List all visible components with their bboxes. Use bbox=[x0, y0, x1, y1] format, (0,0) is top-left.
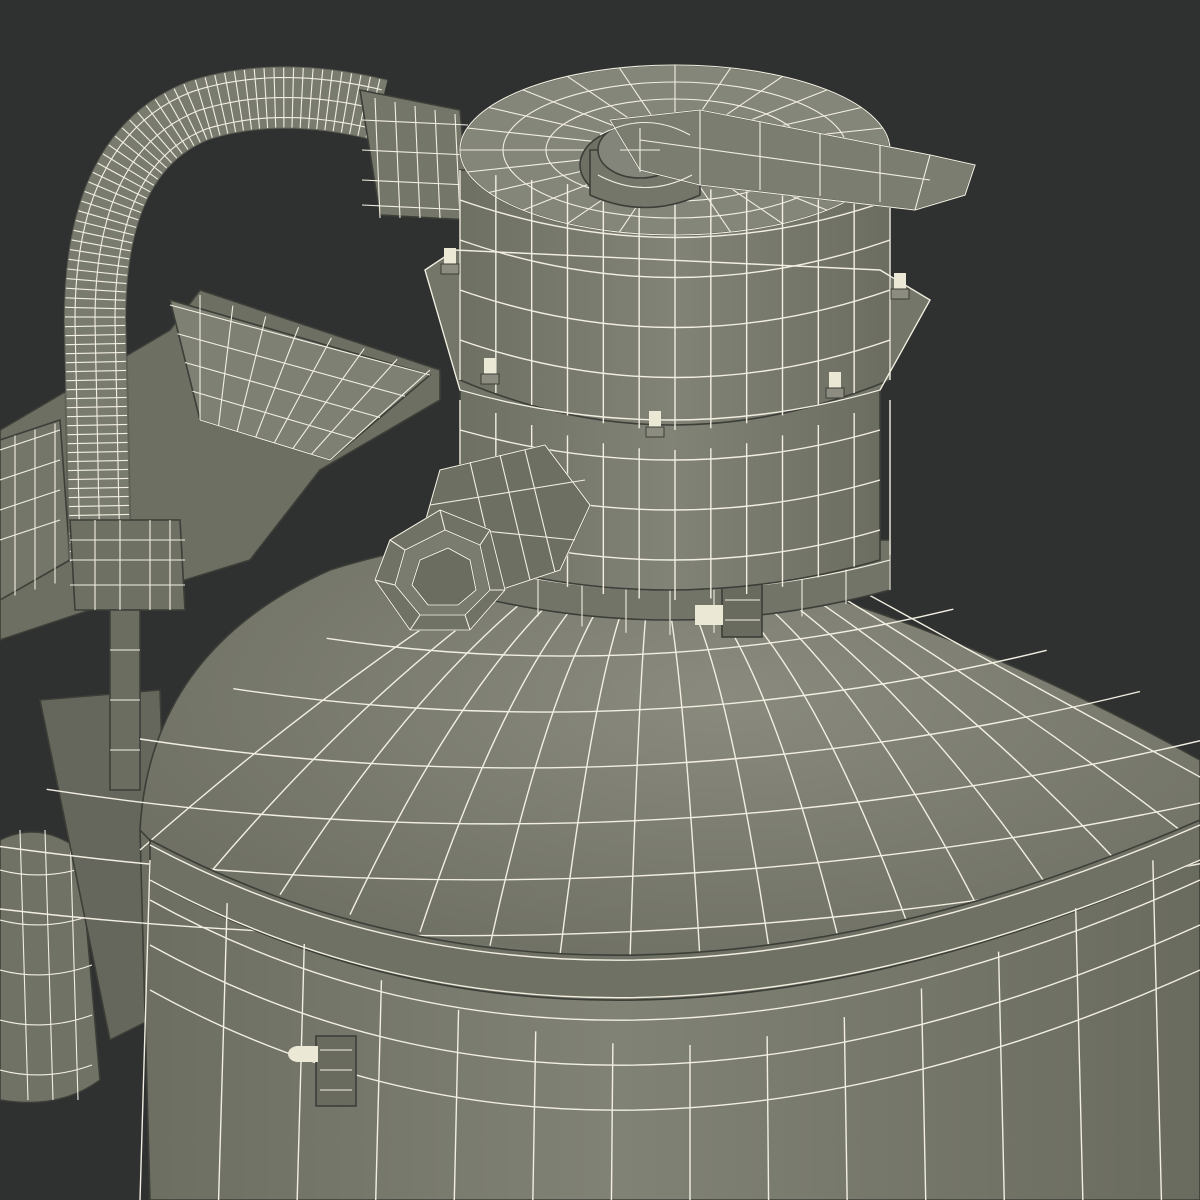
wireframe-render bbox=[0, 0, 1200, 1200]
pool-filter-wireframe-illustration bbox=[0, 0, 1200, 1200]
